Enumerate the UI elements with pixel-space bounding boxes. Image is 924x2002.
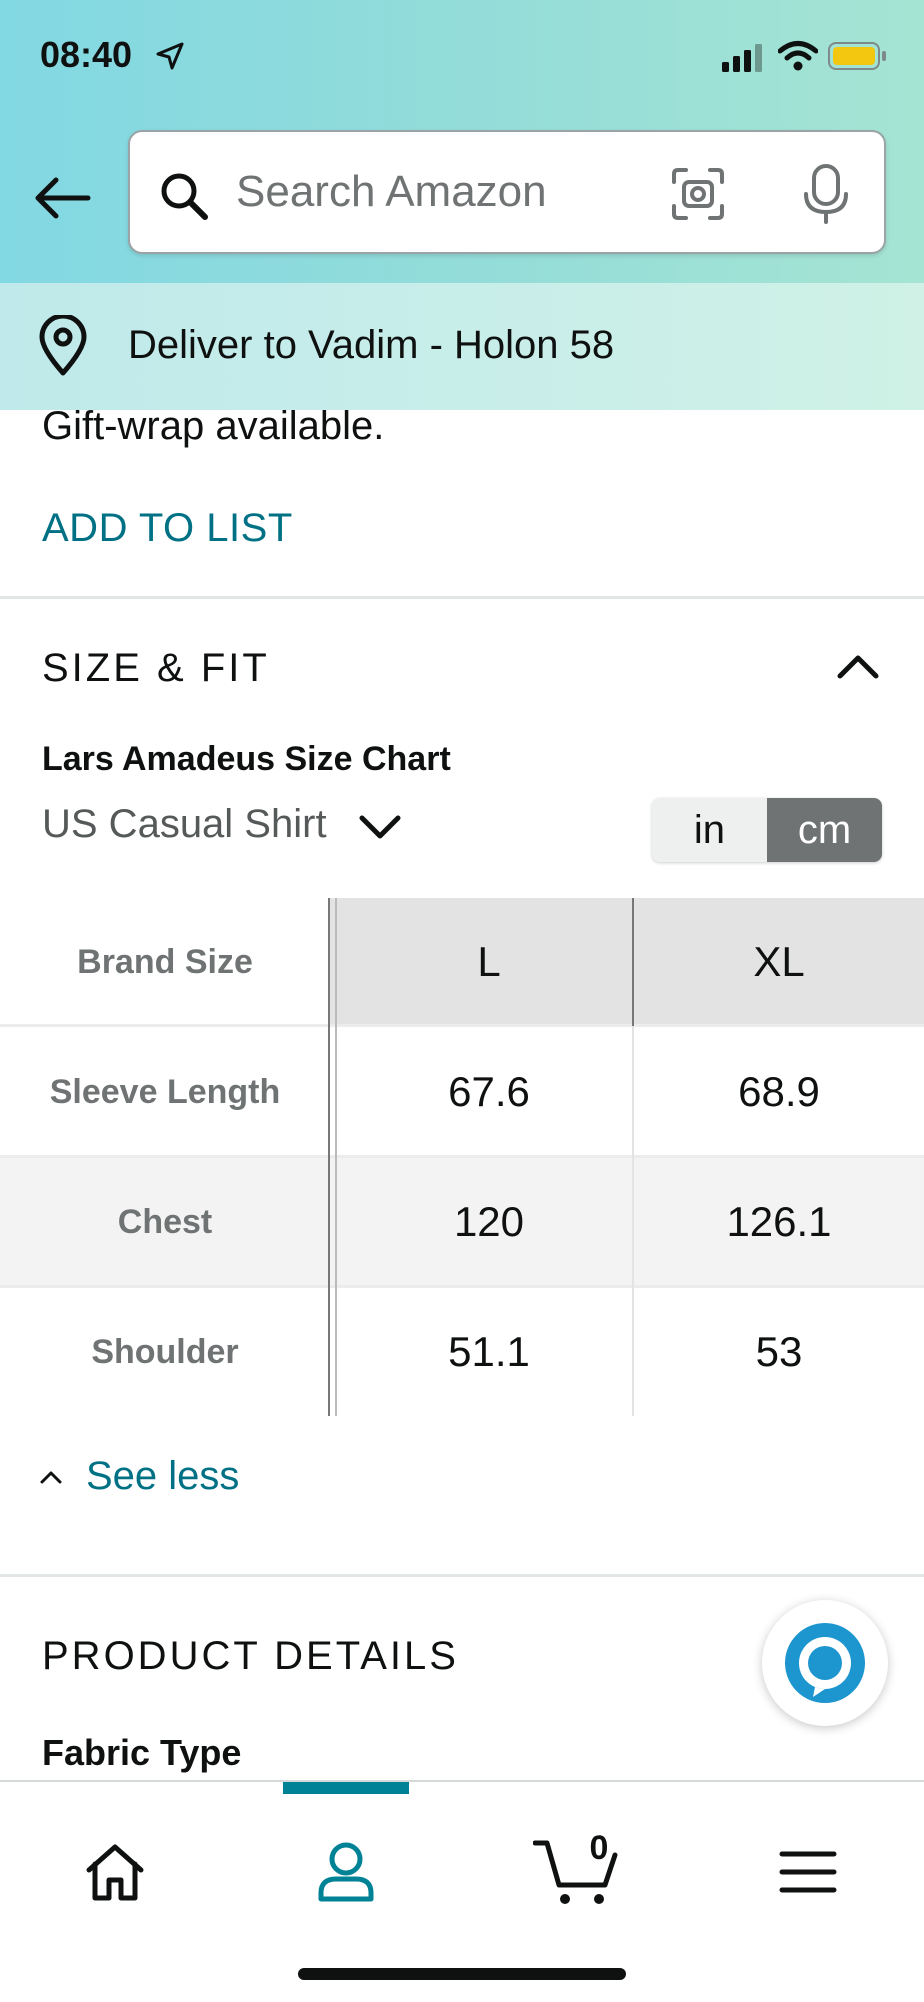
table-cell: 53 — [755, 1328, 803, 1375]
fabric-type-label: Fabric Type — [42, 1732, 242, 1773]
unit-toggle[interactable]: in cm — [652, 798, 882, 862]
deliver-to-text: Deliver to Vadim - Holon 58 — [128, 323, 615, 367]
section-divider — [0, 596, 924, 599]
table-column-header: L — [477, 938, 501, 985]
nav-home[interactable] — [55, 1822, 175, 1922]
alexa-button[interactable] — [762, 1600, 888, 1726]
wifi-icon — [777, 40, 819, 77]
location-pin-icon — [38, 313, 88, 382]
table-row-label: Sleeve Length — [49, 1072, 281, 1111]
search-bar[interactable] — [128, 130, 886, 254]
person-icon — [318, 1842, 374, 1902]
nav-menu[interactable] — [748, 1822, 868, 1922]
product-details-heading: PRODUCT DETAILS — [42, 1634, 459, 1678]
gift-wrap-text: Gift-wrap available. — [42, 404, 385, 448]
chevron-down-icon[interactable] — [358, 812, 402, 847]
size-chart-title: Lars Amadeus Size Chart — [42, 740, 451, 778]
table-row-divider — [0, 1024, 924, 1027]
see-less-link[interactable]: See less — [40, 1454, 239, 1499]
table-column-header: XL — [753, 938, 805, 985]
cart-count-badge: 0 — [589, 1829, 609, 1867]
table-row-label: Shoulder — [91, 1332, 239, 1371]
table-cell: 51.1 — [448, 1328, 530, 1375]
size-chart-table: Brand Size L XL Sleeve Length 67.6 68.9 … — [0, 898, 924, 1416]
table-column-divider — [335, 898, 337, 1416]
hamburger-menu-icon — [779, 1851, 837, 1893]
unit-cm-button[interactable]: cm — [767, 798, 882, 862]
nav-cart[interactable]: 0 — [518, 1822, 638, 1922]
section-divider — [0, 1574, 924, 1577]
location-arrow-icon — [156, 42, 184, 75]
add-to-list-link[interactable]: ADD TO LIST — [42, 506, 293, 551]
table-cell: 126.1 — [726, 1198, 832, 1245]
camera-scan-icon[interactable] — [670, 166, 726, 227]
search-icon — [158, 170, 210, 227]
chevron-up-small-icon — [40, 1471, 62, 1483]
home-indicator — [298, 1968, 626, 1980]
back-button[interactable] — [32, 168, 92, 228]
unit-in-button[interactable]: in — [652, 798, 767, 862]
table-row-label: Chest — [117, 1202, 213, 1241]
size-fit-heading: SIZE & FIT — [42, 646, 270, 690]
table-column-divider — [632, 898, 634, 1026]
signal-icon — [722, 44, 766, 77]
chevron-up-icon[interactable] — [836, 650, 880, 685]
table-cell: 68.9 — [738, 1068, 820, 1115]
battery-icon — [828, 42, 888, 75]
size-chart-type-selector[interactable]: US Casual Shirt — [42, 802, 327, 847]
microphone-icon[interactable] — [802, 164, 850, 229]
status-time: 08:40 — [40, 34, 133, 75]
table-column-divider — [632, 1026, 634, 1416]
alexa-icon — [785, 1623, 865, 1703]
bottom-navigation: 0 — [0, 1780, 924, 2002]
table-header-label: Brand Size — [77, 942, 253, 981]
table-cell: 67.6 — [448, 1068, 530, 1115]
table-cell: 120 — [453, 1198, 525, 1245]
deliver-to-bar[interactable]: Deliver to Vadim - Holon 58 — [0, 283, 924, 410]
top-header: 08:40 — [0, 0, 924, 283]
active-tab-indicator — [283, 1782, 409, 1794]
back-arrow-icon — [35, 177, 91, 219]
nav-account[interactable] — [286, 1822, 406, 1922]
home-icon — [86, 1844, 144, 1901]
table-column-divider — [328, 898, 330, 1416]
see-less-label: See less — [86, 1454, 240, 1498]
